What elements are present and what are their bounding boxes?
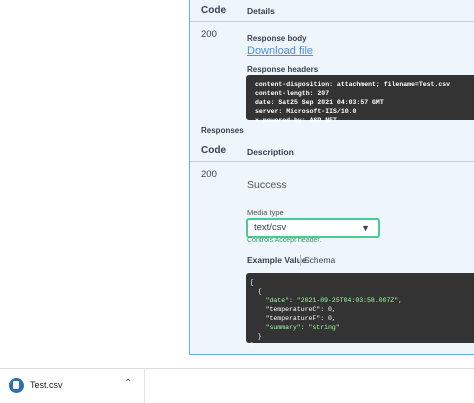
success-description: Success [247, 179, 287, 191]
controls-accept-note: Controls Accept header. [247, 237, 322, 244]
header-line: content-disposition: attachment; filenam… [255, 81, 451, 88]
response-headers-block: content-disposition: attachment; filenam… [246, 75, 474, 124]
example-value-block: [ { "date": "2021-09-25T04:03:58.007Z", … [246, 273, 474, 349]
download-item[interactable]: Test.csv ⌃ [0, 369, 145, 403]
code-column-header: Code [201, 5, 226, 16]
media-type-select[interactable]: text/csv ▼ [246, 218, 380, 238]
download-file-name: Test.csv [30, 380, 63, 390]
chevron-up-icon[interactable]: ⌃ [124, 378, 132, 389]
download-file-link[interactable]: Download file [247, 45, 313, 57]
response-headers-label: Response headers [247, 65, 319, 74]
example-line: ] [250, 342, 254, 349]
download-shelf: Test.csv ⌃ [0, 368, 474, 403]
media-type-label: Media type [247, 208, 284, 217]
header-line: content-length: 207 [255, 90, 330, 97]
header-line: server: Microsoft-IIS/10.0 [255, 108, 357, 115]
details-column-header: Details [247, 6, 275, 16]
tab-schema[interactable]: Schema [304, 255, 335, 265]
chevron-down-icon: ▼ [361, 223, 370, 233]
responses-code-header: Code [201, 145, 226, 156]
media-type-value: text/csv [254, 222, 287, 233]
responses-divider [190, 161, 474, 162]
response-body-label: Response body [247, 34, 307, 43]
example-line: "temperatureF": 0, [250, 315, 336, 322]
tab-separator [300, 255, 301, 266]
example-line: } [250, 333, 262, 340]
header-line: date: Sat25 Sep 2021 04:03:57 GMT [255, 99, 384, 106]
header-divider [190, 21, 474, 22]
tab-example-value[interactable]: Example Value [247, 255, 307, 265]
example-line: { [250, 288, 262, 295]
success-code: 200 [201, 169, 217, 180]
csv-file-icon [9, 378, 24, 393]
example-line: "temperatureC": 0, [250, 306, 336, 313]
responses-description-header: Description [247, 147, 294, 157]
header-line: x-powered-by: ASP.NET [255, 117, 337, 124]
example-line: "date": "2021-09-25T04:03:58.007Z", [250, 297, 403, 304]
response-code: 200 [201, 29, 217, 40]
example-line: "summary": "string" [250, 324, 340, 331]
example-line: [ [250, 279, 254, 286]
responses-title: Responses [201, 126, 244, 135]
